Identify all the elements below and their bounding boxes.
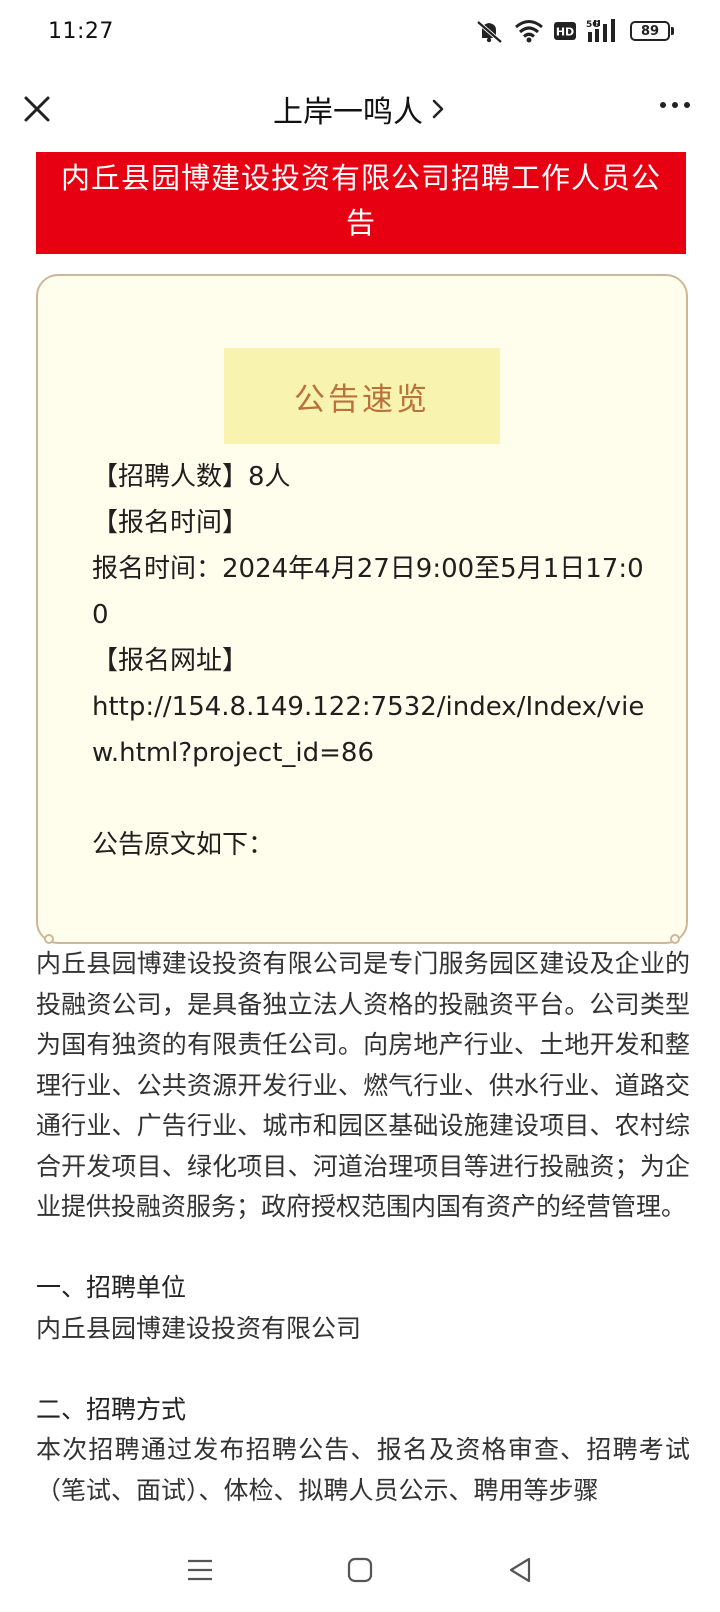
status-icons: HD 5G 89 xyxy=(474,18,674,44)
home-icon[interactable] xyxy=(330,1540,390,1600)
original-text-heading: 公告原文如下： xyxy=(92,830,275,860)
recruit-count: 【招聘人数】8人 xyxy=(92,462,291,492)
svg-text:HD: HD xyxy=(556,26,574,39)
close-icon[interactable] xyxy=(20,92,54,126)
signal-icon: 5G xyxy=(586,19,615,42)
section-text: 本次招聘通过发布招聘公告、报名及资格审查、招聘考试（笔试、面试）、体检、拟聘人员… xyxy=(36,1435,690,1505)
section-heading: 二、招聘方式 xyxy=(36,1394,187,1424)
nav-title: 上岸一鸣人 xyxy=(273,95,423,130)
mute-icon xyxy=(476,20,503,43)
hd-icon: HD xyxy=(554,22,576,40)
summary-card: 公告速览 【招聘人数】8人 【报名时间】 报名时间：2024年4月27日9:00… xyxy=(36,274,688,944)
article-title-banner: 内丘县园博建设投资有限公司招聘工作人员公告 xyxy=(36,152,686,254)
signup-url-link[interactable]: http://154.8.149.122:7532/index/Index/vi… xyxy=(92,684,646,776)
card-title: 公告速览 xyxy=(294,381,430,418)
battery-icon: 89 xyxy=(630,21,674,41)
nav-bar: 上岸一鸣人 xyxy=(0,78,720,140)
card-body: 【招聘人数】8人 【报名时间】 报名时间：2024年4月27日9:00至5月1日… xyxy=(92,454,646,868)
chevron-right-icon xyxy=(432,99,444,119)
status-bar: 11:27 HD 5G 89 xyxy=(0,0,720,62)
more-icon[interactable] xyxy=(660,102,690,108)
svg-text:5G: 5G xyxy=(586,20,600,30)
signup-url-heading: 【报名网址】 xyxy=(92,646,249,676)
account-name-link[interactable]: 上岸一鸣人 xyxy=(273,87,447,131)
card-title-box: 公告速览 xyxy=(224,348,500,444)
section-text: 内丘县园博建设投资有限公司 xyxy=(36,1313,362,1343)
section-heading: 一、招聘单位 xyxy=(36,1273,187,1302)
wifi-icon xyxy=(515,20,543,43)
signup-time: 报名时间：2024年4月27日9:00至5月1日17:00 xyxy=(92,554,644,630)
signup-time-heading: 【报名时间】 xyxy=(92,508,249,538)
menu-icon[interactable] xyxy=(170,1540,230,1600)
system-nav-bar xyxy=(0,1528,720,1612)
intro-paragraph: 内丘县园博建设投资有限公司是专门服务园区建设及企业的投融资公司，是具备独立法人资… xyxy=(36,949,690,1221)
back-icon[interactable] xyxy=(490,1540,550,1600)
article-body: 内丘县园博建设投资有限公司是专门服务园区建设及企业的投融资公司，是具备独立法人资… xyxy=(36,944,690,1511)
article-title: 内丘县园博建设投资有限公司招聘工作人员公告 xyxy=(60,161,661,240)
status-time: 11:27 xyxy=(48,18,114,44)
battery-level: 89 xyxy=(640,23,660,39)
corner-decoration xyxy=(44,934,54,944)
corner-decoration xyxy=(670,934,680,944)
